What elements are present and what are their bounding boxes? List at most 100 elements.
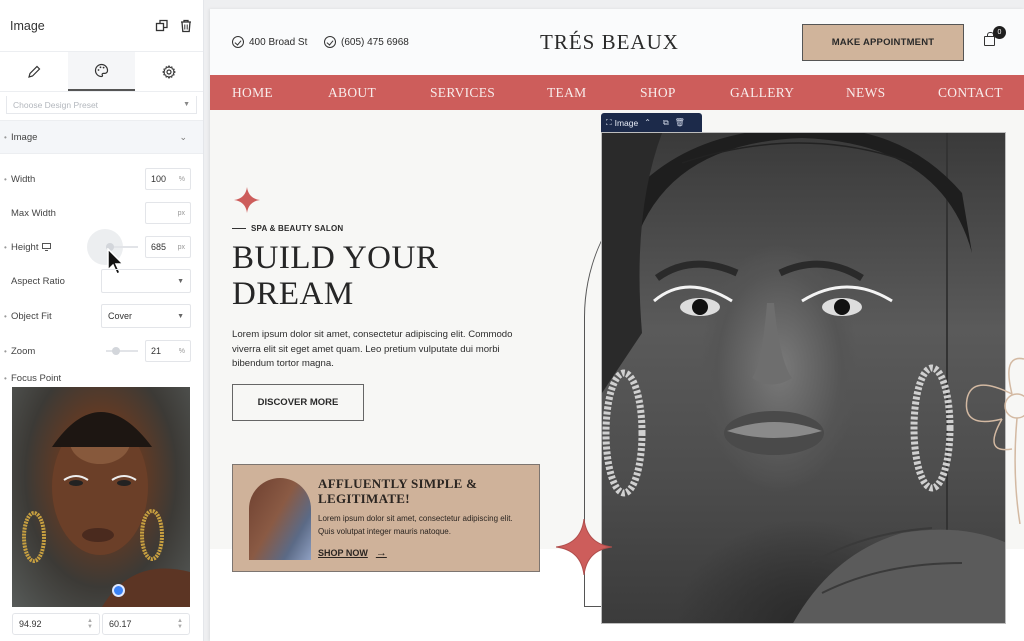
site-logo[interactable]: TRÉS BEAUX [540,30,679,55]
max-width-unit[interactable]: px [178,210,185,217]
phone-text: (605) 475 6968 [341,36,409,48]
spinner-icon[interactable]: ▲ ▼ [177,618,183,630]
move-handle-icon[interactable]: ⛶ [606,118,612,128]
shopping-bag-icon[interactable] [984,32,995,46]
sparkle-icon [234,187,260,213]
portrait-image-grayscale [602,133,1005,623]
sparkle-icon [556,519,612,575]
bullet-icon: • [4,311,7,321]
aspect-ratio-label: Aspect Ratio [11,275,65,287]
element-settings-panel: Image Choose Design Preset ▼ • Image ⌄ •… [0,0,204,641]
section-title: Image [11,131,38,143]
arrow-right-icon: → [375,547,387,559]
aspect-ratio-row: Aspect Ratio ▼ [0,269,204,293]
site-topbar: 400 Broad St (605) 475 6968 TRÉS BEAUX M… [210,9,1024,75]
nav-team[interactable]: TEAM [547,85,586,101]
desktop-icon[interactable] [42,243,52,251]
focus-x-value: 94.92 [19,619,42,629]
trash-icon[interactable]: 🗑 [675,118,685,127]
gear-icon [162,64,177,79]
nav-home[interactable]: HOME [232,85,273,101]
max-width-input[interactable]: px [145,202,191,224]
width-unit[interactable]: % [179,176,185,183]
promo-title-line-1: AFFLUENTLY SIMPLE & [318,476,478,491]
phone-info: (605) 475 6968 [324,36,409,48]
object-fit-select[interactable]: Cover ▼ [101,304,191,328]
width-value: 100 [151,174,167,184]
bullet-icon: • [4,174,7,184]
panel-tabs [0,52,203,92]
nav-about[interactable]: ABOUT [328,85,376,101]
panel-title: Image [10,18,45,33]
element-toolbar: ⛶ Image ⌃ ⧉ 🗑 [601,113,702,132]
main-navigation: HOME ABOUT SERVICES TEAM SHOP GALLERY NE… [210,75,1024,110]
check-circle-icon [324,36,336,48]
zoom-row: • Zoom 21 % [0,339,204,363]
max-width-row: Max Width px [0,201,204,225]
nav-shop[interactable]: SHOP [640,85,676,101]
kicker-text: SPA & BEAUTY SALON [251,224,344,233]
focus-x-input[interactable]: 94.92 ▲ ▼ [12,613,100,635]
aspect-ratio-select[interactable]: ▼ [101,269,191,293]
nav-gallery[interactable]: GALLERY [730,85,794,101]
headline-line-2: DREAM [232,276,354,312]
zoom-unit[interactable]: % [179,348,185,355]
trash-icon[interactable] [179,19,193,33]
flower-decoration-icon [962,354,1024,524]
discover-more-button[interactable]: DISCOVER MORE [232,384,364,421]
hero-kicker: SPA & BEAUTY SALON [232,224,343,233]
cart-count-badge: 0 [993,26,1006,39]
duplicate-icon[interactable] [155,19,169,33]
page-preview-canvas: 400 Broad St (605) 475 6968 TRÉS BEAUX M… [210,9,1024,641]
image-section-header[interactable]: • Image ⌄ [0,120,203,154]
address-text: 400 Broad St [249,36,308,48]
tab-content[interactable] [0,52,68,91]
height-label: Height [11,241,39,253]
promo-title-line-2: LEGITIMATE! [318,491,410,506]
zoom-input[interactable]: 21 % [145,340,191,362]
nav-contact[interactable]: CONTACT [938,85,1003,101]
bullet-icon: • [4,346,7,356]
zoom-slider[interactable] [106,347,138,355]
object-fit-label: Object Fit [11,310,52,322]
nav-news[interactable]: NEWS [846,85,885,101]
focus-y-value: 60.17 [109,619,132,629]
spinner-icon[interactable]: ▲ ▼ [87,618,93,630]
element-type-label[interactable]: Image [615,118,639,128]
height-unit[interactable]: px [178,244,185,251]
nav-services[interactable]: SERVICES [430,85,495,101]
focus-point-handle[interactable] [112,584,125,597]
panel-header: Image [0,0,203,52]
design-preset-select[interactable]: Choose Design Preset ▼ [6,96,197,114]
tab-style[interactable] [67,52,136,91]
caret-down-icon: ▼ [183,101,190,108]
width-label: Width [11,173,36,185]
divider-line [232,228,246,229]
palette-icon [94,63,109,78]
tab-advanced[interactable] [135,52,203,91]
bullet-icon: • [4,373,7,383]
shop-now-link[interactable]: SHOP NOW → [318,547,387,559]
focus-point-label: Focus Point [11,372,62,384]
make-appointment-button[interactable]: MAKE APPOINTMENT [802,24,964,61]
portrait-image [22,412,190,607]
zoom-value: 21 [151,346,162,356]
caret-down-icon: ▼ [177,312,184,320]
promo-title: AFFLUENTLY SIMPLE & LEGITIMATE! [318,476,477,506]
zoom-slider-knob[interactable] [112,347,120,355]
check-circle-icon [232,36,244,48]
width-input[interactable]: 100 % [145,168,191,190]
height-input[interactable]: 685 px [145,236,191,258]
max-width-label: Max Width [11,207,56,219]
hero-paragraph: Lorem ipsum dolor sit amet, consectetur … [232,329,513,370]
focus-point-picker[interactable] [12,387,190,607]
headline-line-1: BUILD YOUR [232,240,439,276]
height-row: • Height 685 px [0,235,204,259]
chevron-up-icon[interactable]: ⌃ [644,118,651,127]
height-value: 685 [151,242,167,252]
duplicate-icon[interactable]: ⧉ [663,118,669,128]
object-fit-row: • Object Fit Cover ▼ [0,304,204,328]
hero-image-selected[interactable] [601,132,1006,624]
design-preset-placeholder: Choose Design Preset [13,99,99,110]
focus-y-input[interactable]: 60.17 ▲ ▼ [102,613,190,635]
